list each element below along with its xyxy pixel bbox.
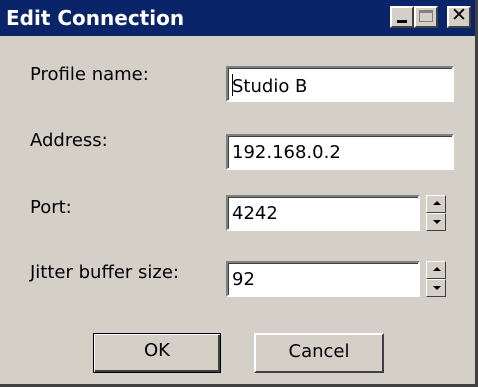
port-value: 4242 bbox=[232, 203, 278, 224]
jitter-increment-button[interactable] bbox=[426, 261, 446, 279]
cancel-button[interactable]: Cancel bbox=[254, 333, 384, 373]
jitter-buffer-spinner bbox=[426, 261, 446, 297]
maximize-button bbox=[414, 6, 438, 28]
jitter-buffer-input[interactable]: 92 bbox=[226, 261, 420, 297]
close-button[interactable]: ✕ bbox=[447, 4, 471, 28]
port-spinner bbox=[426, 195, 446, 231]
window-title: Edit Connection bbox=[6, 6, 185, 30]
jitter-decrement-button[interactable] bbox=[426, 279, 446, 297]
jitter-buffer-value: 92 bbox=[232, 269, 255, 290]
address-label: Address: bbox=[30, 130, 108, 151]
ok-button[interactable]: OK bbox=[93, 333, 221, 373]
arrow-down-icon bbox=[433, 220, 441, 224]
profile-name-value: Studio B bbox=[232, 76, 308, 97]
arrow-down-icon bbox=[433, 286, 441, 290]
port-increment-button[interactable] bbox=[426, 195, 446, 213]
address-input[interactable]: 192.168.0.2 bbox=[226, 134, 454, 170]
maximize-icon bbox=[419, 10, 433, 22]
minimize-icon bbox=[397, 20, 407, 23]
minimize-button[interactable] bbox=[390, 6, 414, 28]
arrow-up-icon bbox=[433, 267, 441, 271]
arrow-up-icon bbox=[433, 201, 441, 205]
edit-connection-dialog: Edit Connection ✕ Profile name: Studio B… bbox=[0, 0, 478, 387]
close-icon: ✕ bbox=[451, 4, 467, 26]
port-label: Port: bbox=[30, 197, 72, 218]
jitter-buffer-label: Jitter buffer size: bbox=[30, 262, 180, 283]
profile-name-label: Profile name: bbox=[30, 64, 149, 85]
port-input[interactable]: 4242 bbox=[226, 195, 420, 231]
port-decrement-button[interactable] bbox=[426, 213, 446, 231]
title-bar[interactable]: Edit Connection ✕ bbox=[0, 0, 475, 36]
address-value: 192.168.0.2 bbox=[232, 142, 341, 163]
profile-name-input[interactable]: Studio B bbox=[226, 66, 454, 102]
